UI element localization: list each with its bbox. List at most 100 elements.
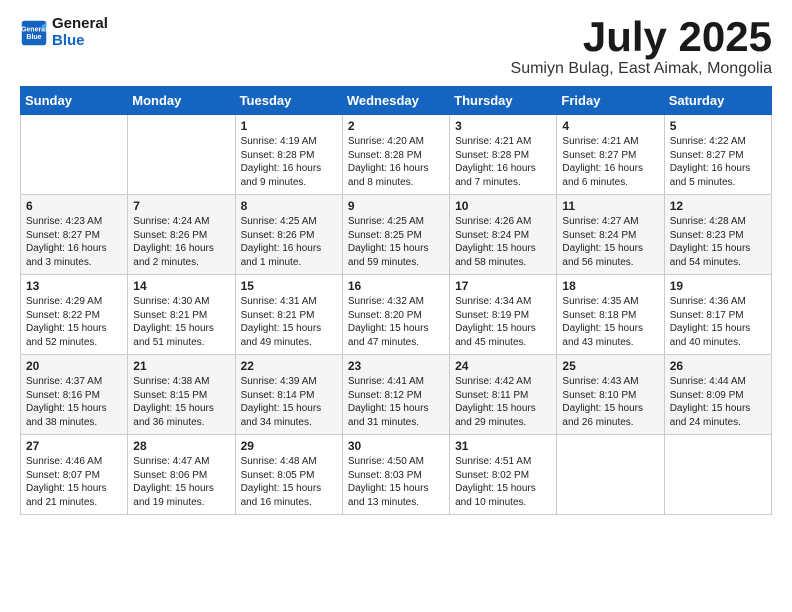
calendar-week-row: 1 Sunrise: 4:19 AMSunset: 8:28 PMDaylight… [21, 115, 772, 195]
day-number: 28 [133, 439, 229, 453]
calendar-cell: 7Sunrise: 4:24 AMSunset: 8:26 PMDaylight… [128, 195, 235, 275]
cell-text: Sunrise: 4:31 AMSunset: 8:21 PMDaylight:… [241, 295, 337, 349]
svg-text:Blue: Blue [26, 34, 41, 41]
cell-text: Sunrise: 4:27 AMSunset: 8:24 PMDaylight:… [562, 215, 658, 269]
calendar-cell: 10 Sunrise: 4:26 AMSunset: 8:24 PMDayligh… [450, 195, 557, 275]
cell-text: Sunrise: 4:28 AMSunset: 8:23 PMDaylight:… [670, 215, 766, 269]
day-number: 11 [562, 199, 658, 213]
calendar-cell [557, 435, 664, 515]
calendar-cell: 21 Sunrise: 4:38 AMSunset: 8:15 PMDayligh… [128, 355, 235, 435]
cell-text: Sunrise: 4:23 AMSunset: 8:27 PMDaylight:… [26, 215, 122, 269]
logo-text: General Blue [52, 16, 108, 49]
day-number: 7 [133, 199, 229, 213]
day-number: 9 [348, 199, 444, 213]
page-header: General Blue General Blue July 2025 Sumi… [20, 16, 772, 78]
calendar-cell: 3 Sunrise: 4:21 AMSunset: 8:28 PMDaylight… [450, 115, 557, 195]
cell-text: Sunrise: 4:46 AMSunset: 8:07 PMDaylight:… [26, 455, 122, 509]
cell-text: Sunrise: 4:38 AMSunset: 8:15 PMDaylight:… [133, 375, 229, 429]
calendar-cell: 30Sunrise: 4:50 AMSunset: 8:03 PMDayligh… [342, 435, 449, 515]
calendar-cell: 19 Sunrise: 4:36 AMSunset: 8:17 PMDayligh… [664, 275, 771, 355]
day-number: 30 [348, 439, 444, 453]
day-number: 23 [348, 359, 444, 373]
day-header-friday: Friday [557, 87, 664, 115]
calendar-cell: 12 Sunrise: 4:28 AMSunset: 8:23 PMDayligh… [664, 195, 771, 275]
day-number: 17 [455, 279, 551, 293]
calendar-cell: 9 Sunrise: 4:25 AMSunset: 8:25 PMDaylight… [342, 195, 449, 275]
calendar-week-row: 20Sunrise: 4:37 AMSunset: 8:16 PMDayligh… [21, 355, 772, 435]
calendar-cell: 11 Sunrise: 4:27 AMSunset: 8:24 PMDayligh… [557, 195, 664, 275]
cell-text: Sunrise: 4:44 AMSunset: 8:09 PMDaylight:… [670, 375, 766, 429]
calendar-cell: 29 Sunrise: 4:48 AMSunset: 8:05 PMDayligh… [235, 435, 342, 515]
day-number: 20 [26, 359, 122, 373]
cell-text: Sunrise: 4:48 AMSunset: 8:05 PMDaylight:… [241, 455, 337, 509]
cell-text: Sunrise: 4:29 AMSunset: 8:22 PMDaylight:… [26, 295, 122, 349]
day-number: 26 [670, 359, 766, 373]
day-header-sunday: Sunday [21, 87, 128, 115]
calendar-cell: 4Sunrise: 4:21 AMSunset: 8:27 PMDaylight… [557, 115, 664, 195]
location: Sumiyn Bulag, East Aimak, Mongolia [511, 60, 772, 78]
logo-icon: General Blue [20, 19, 48, 47]
calendar-table: SundayMondayTuesdayWednesdayThursdayFrid… [20, 86, 772, 515]
day-number: 1 [241, 119, 337, 133]
day-number: 12 [670, 199, 766, 213]
day-header-thursday: Thursday [450, 87, 557, 115]
calendar-cell [128, 115, 235, 195]
calendar-header-row: SundayMondayTuesdayWednesdayThursdayFrid… [21, 87, 772, 115]
cell-text: Sunrise: 4:19 AMSunset: 8:28 PMDaylight:… [241, 135, 337, 189]
day-number: 14 [133, 279, 229, 293]
cell-text: Sunrise: 4:21 AMSunset: 8:28 PMDaylight:… [455, 135, 551, 189]
cell-text: Sunrise: 4:26 AMSunset: 8:24 PMDaylight:… [455, 215, 551, 269]
calendar-cell: 5 Sunrise: 4:22 AMSunset: 8:27 PMDaylight… [664, 115, 771, 195]
calendar-cell: 6 Sunrise: 4:23 AMSunset: 8:27 PMDaylight… [21, 195, 128, 275]
day-number: 15 [241, 279, 337, 293]
day-header-monday: Monday [128, 87, 235, 115]
day-number: 29 [241, 439, 337, 453]
calendar-cell [664, 435, 771, 515]
day-number: 3 [455, 119, 551, 133]
cell-text: Sunrise: 4:21 AMSunset: 8:27 PMDaylight:… [562, 135, 658, 189]
logo: General Blue General Blue [20, 16, 108, 49]
cell-text: Sunrise: 4:51 AMSunset: 8:02 PMDaylight:… [455, 455, 551, 509]
calendar-cell: 25 Sunrise: 4:43 AMSunset: 8:10 PMDayligh… [557, 355, 664, 435]
calendar-cell: 15 Sunrise: 4:31 AMSunset: 8:21 PMDayligh… [235, 275, 342, 355]
day-number: 16 [348, 279, 444, 293]
cell-text: Sunrise: 4:36 AMSunset: 8:17 PMDaylight:… [670, 295, 766, 349]
cell-text: Sunrise: 4:43 AMSunset: 8:10 PMDaylight:… [562, 375, 658, 429]
day-header-saturday: Saturday [664, 87, 771, 115]
calendar-cell: 17 Sunrise: 4:34 AMSunset: 8:19 PMDayligh… [450, 275, 557, 355]
calendar-week-row: 27 Sunrise: 4:46 AMSunset: 8:07 PMDayligh… [21, 435, 772, 515]
day-number: 25 [562, 359, 658, 373]
cell-text: Sunrise: 4:39 AMSunset: 8:14 PMDaylight:… [241, 375, 337, 429]
cell-text: Sunrise: 4:25 AMSunset: 8:26 PMDaylight:… [241, 215, 337, 269]
cell-text: Sunrise: 4:25 AMSunset: 8:25 PMDaylight:… [348, 215, 444, 269]
day-number: 19 [670, 279, 766, 293]
day-header-tuesday: Tuesday [235, 87, 342, 115]
day-number: 21 [133, 359, 229, 373]
cell-text: Sunrise: 4:32 AMSunset: 8:20 PMDaylight:… [348, 295, 444, 349]
calendar-week-row: 6 Sunrise: 4:23 AMSunset: 8:27 PMDaylight… [21, 195, 772, 275]
title-block: July 2025 Sumiyn Bulag, East Aimak, Mong… [511, 16, 772, 78]
calendar-cell: 13 Sunrise: 4:29 AMSunset: 8:22 PMDayligh… [21, 275, 128, 355]
day-number: 8 [241, 199, 337, 213]
calendar-cell [21, 115, 128, 195]
calendar-cell: 22 Sunrise: 4:39 AMSunset: 8:14 PMDayligh… [235, 355, 342, 435]
cell-text: Sunrise: 4:41 AMSunset: 8:12 PMDaylight:… [348, 375, 444, 429]
calendar-cell: 1 Sunrise: 4:19 AMSunset: 8:28 PMDaylight… [235, 115, 342, 195]
cell-text: Sunrise: 4:34 AMSunset: 8:19 PMDaylight:… [455, 295, 551, 349]
calendar-cell: 16 Sunrise: 4:32 AMSunset: 8:20 PMDayligh… [342, 275, 449, 355]
day-number: 5 [670, 119, 766, 133]
cell-text: Sunrise: 4:22 AMSunset: 8:27 PMDaylight:… [670, 135, 766, 189]
day-number: 13 [26, 279, 122, 293]
day-number: 10 [455, 199, 551, 213]
calendar-cell: 28 Sunrise: 4:47 AMSunset: 8:06 PMDayligh… [128, 435, 235, 515]
day-number: 22 [241, 359, 337, 373]
day-number: 2 [348, 119, 444, 133]
day-number: 24 [455, 359, 551, 373]
day-number: 6 [26, 199, 122, 213]
cell-text: Sunrise: 4:47 AMSunset: 8:06 PMDaylight:… [133, 455, 229, 509]
day-number: 27 [26, 439, 122, 453]
day-number: 31 [455, 439, 551, 453]
calendar-cell: 31 Sunrise: 4:51 AMSunset: 8:02 PMDayligh… [450, 435, 557, 515]
calendar-cell: 26 Sunrise: 4:44 AMSunset: 8:09 PMDayligh… [664, 355, 771, 435]
day-number: 18 [562, 279, 658, 293]
